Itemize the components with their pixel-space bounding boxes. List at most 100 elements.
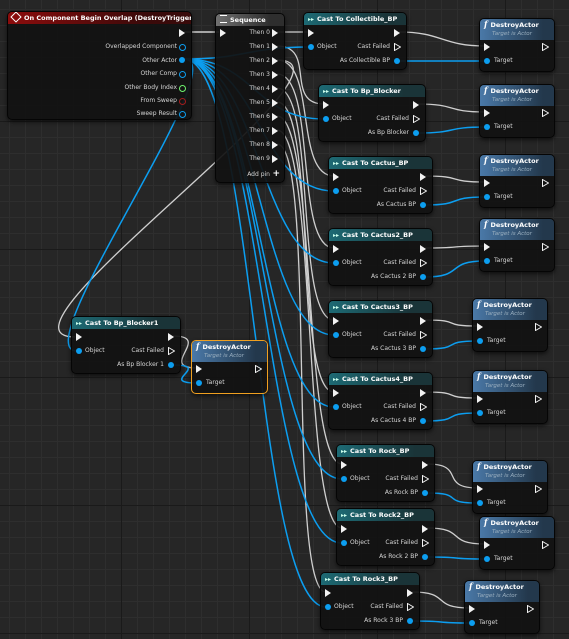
cast-exec-in-pin[interactable] xyxy=(333,317,339,325)
cast-failed-pin[interactable] xyxy=(422,474,430,484)
overlapped-component-pin[interactable] xyxy=(179,44,186,51)
destroy-target-pin[interactable] xyxy=(196,380,202,386)
destroy-actor-node-1[interactable]: f DestroyActor Target is Actor Target xyxy=(479,84,555,138)
cast-object-pin[interactable] xyxy=(333,404,339,410)
cast-failed-pin[interactable] xyxy=(422,538,430,548)
destroy-exec-out-pin[interactable] xyxy=(542,108,550,118)
cast-failed-pin[interactable] xyxy=(168,346,176,356)
event-exec-out-pin[interactable] xyxy=(179,29,185,37)
destroy-actor-node-9[interactable]: f DestroyActor Target is Actor Target xyxy=(191,340,268,394)
destroy-exec-out-pin[interactable] xyxy=(542,242,550,252)
cast-node-0[interactable]: ▸▸ Cast To Collectible_BP Object Cast Faile… xyxy=(303,12,407,70)
cast-failed-pin[interactable] xyxy=(413,114,421,124)
cast-failed-pin[interactable] xyxy=(394,42,402,52)
cast-as-pin[interactable] xyxy=(168,362,174,368)
cast-node-5[interactable]: ▸▸ Cast To Cactus4_BP Object Cast Failed As … xyxy=(328,372,433,430)
destroy-target-pin[interactable] xyxy=(477,338,483,344)
cast-failed-pin[interactable] xyxy=(420,402,428,412)
cast-node-1[interactable]: ▸▸ Cast To Bp_Blocker Object Cast Failed As … xyxy=(318,84,426,142)
destroy-exec-out-pin[interactable] xyxy=(542,42,550,52)
sequence-then-3-pin[interactable] xyxy=(272,71,278,79)
destroy-exec-in-pin[interactable] xyxy=(477,395,483,403)
destroy-target-pin[interactable] xyxy=(484,258,490,264)
destroy-target-pin[interactable] xyxy=(484,124,490,130)
destroy-actor-node-3[interactable]: f DestroyActor Target is Actor Target xyxy=(479,218,555,272)
destroy-exec-in-pin[interactable] xyxy=(484,109,490,117)
sequence-then-5-pin[interactable] xyxy=(272,99,278,107)
destroy-exec-out-pin[interactable] xyxy=(535,322,543,332)
other-body-index-pin[interactable] xyxy=(179,85,186,92)
destroy-exec-in-pin[interactable] xyxy=(477,323,483,331)
destroy-exec-out-pin[interactable] xyxy=(255,364,263,374)
cast-exec-in-pin[interactable] xyxy=(325,589,331,597)
destroy-exec-in-pin[interactable] xyxy=(196,365,202,373)
destroy-exec-in-pin[interactable] xyxy=(484,179,490,187)
cast-object-pin[interactable] xyxy=(341,540,347,546)
destroy-target-pin[interactable] xyxy=(469,620,475,626)
cast-node-7[interactable]: ▸▸ Cast To Rock2_BP Object Cast Failed As Ro… xyxy=(336,508,435,566)
cast-object-pin[interactable] xyxy=(341,476,347,482)
destroy-exec-out-pin[interactable] xyxy=(542,540,550,550)
destroy-exec-out-pin[interactable] xyxy=(527,604,535,614)
cast-as-pin[interactable] xyxy=(413,130,419,136)
destroy-actor-node-4[interactable]: f DestroyActor Target is Actor Target xyxy=(472,298,548,352)
other-actor-pin[interactable] xyxy=(179,57,185,63)
cast-as-pin[interactable] xyxy=(420,346,426,352)
cast-node-4[interactable]: ▸▸ Cast To Cactus3_BP Object Cast Failed As … xyxy=(328,300,433,358)
cast-as-pin[interactable] xyxy=(422,490,428,496)
sequence-then-2-pin[interactable] xyxy=(272,57,278,65)
from-sweep-pin[interactable] xyxy=(179,98,186,105)
cast-object-pin[interactable] xyxy=(308,44,314,50)
cast-object-pin[interactable] xyxy=(76,348,82,354)
sweep-result-pin[interactable] xyxy=(179,111,186,118)
cast-exec-out-pin[interactable] xyxy=(168,333,174,341)
destroy-target-pin[interactable] xyxy=(484,194,490,200)
cast-exec-in-pin[interactable] xyxy=(341,461,347,469)
cast-exec-out-pin[interactable] xyxy=(420,245,426,253)
cast-node-3[interactable]: ▸▸ Cast To Cactus2_BP Object Cast Failed As … xyxy=(328,228,433,286)
destroy-exec-out-pin[interactable] xyxy=(535,484,543,494)
cast-node-8[interactable]: ▸▸ Cast To Rock3_BP Object Cast Failed As Ro… xyxy=(320,572,420,630)
cast-exec-out-pin[interactable] xyxy=(394,29,400,37)
cast-exec-out-pin[interactable] xyxy=(420,317,426,325)
cast-object-pin[interactable] xyxy=(333,260,339,266)
cast-exec-out-pin[interactable] xyxy=(407,589,413,597)
cast-failed-pin[interactable] xyxy=(420,258,428,268)
cast-node-9[interactable]: ▸▸ Cast To Bp_Blocker1 Object Cast Failed As… xyxy=(71,316,181,374)
destroy-actor-node-7[interactable]: f DestroyActor Target is Actor Target xyxy=(479,516,555,570)
cast-exec-in-pin[interactable] xyxy=(333,389,339,397)
destroy-actor-node-2[interactable]: f DestroyActor Target is Actor Target xyxy=(479,154,555,208)
cast-exec-out-pin[interactable] xyxy=(422,461,428,469)
cast-exec-out-pin[interactable] xyxy=(413,101,419,109)
sequence-exec-in-pin[interactable] xyxy=(220,29,226,37)
destroy-exec-in-pin[interactable] xyxy=(484,243,490,251)
destroy-target-pin[interactable] xyxy=(484,58,490,64)
cast-node-6[interactable]: ▸▸ Cast To Rock_BP Object Cast Failed As Roc… xyxy=(336,444,435,502)
destroy-actor-node-0[interactable]: f DestroyActor Target is Actor Target xyxy=(479,18,555,72)
sequence-node[interactable]: Sequence Then 0 Then 1 Then 2 Then 3 Then 4 T… xyxy=(215,13,285,183)
cast-failed-pin[interactable] xyxy=(420,186,428,196)
cast-as-pin[interactable] xyxy=(422,554,428,560)
cast-as-pin[interactable] xyxy=(420,202,426,208)
destroy-exec-in-pin[interactable] xyxy=(484,43,490,51)
destroy-exec-out-pin[interactable] xyxy=(535,394,543,404)
cast-exec-out-pin[interactable] xyxy=(420,389,426,397)
cast-object-pin[interactable] xyxy=(333,188,339,194)
destroy-target-pin[interactable] xyxy=(477,500,483,506)
cast-exec-in-pin[interactable] xyxy=(76,333,82,341)
cast-exec-in-pin[interactable] xyxy=(341,525,347,533)
sequence-then-4-pin[interactable] xyxy=(272,85,278,93)
cast-failed-pin[interactable] xyxy=(420,330,428,340)
cast-object-pin[interactable] xyxy=(333,332,339,338)
cast-as-pin[interactable] xyxy=(394,58,400,64)
cast-exec-in-pin[interactable] xyxy=(323,101,329,109)
cast-exec-out-pin[interactable] xyxy=(420,173,426,181)
cast-exec-in-pin[interactable] xyxy=(333,245,339,253)
destroy-exec-in-pin[interactable] xyxy=(477,485,483,493)
cast-as-pin[interactable] xyxy=(420,418,426,424)
cast-object-pin[interactable] xyxy=(323,116,329,122)
sequence-then-8-pin[interactable] xyxy=(272,141,278,149)
add-pin-button[interactable]: + xyxy=(272,170,280,179)
cast-node-2[interactable]: ▸▸ Cast To Cactus_BP Object Cast Failed As C… xyxy=(328,156,433,214)
destroy-actor-node-6[interactable]: f DestroyActor Target is Actor Target xyxy=(472,460,548,514)
